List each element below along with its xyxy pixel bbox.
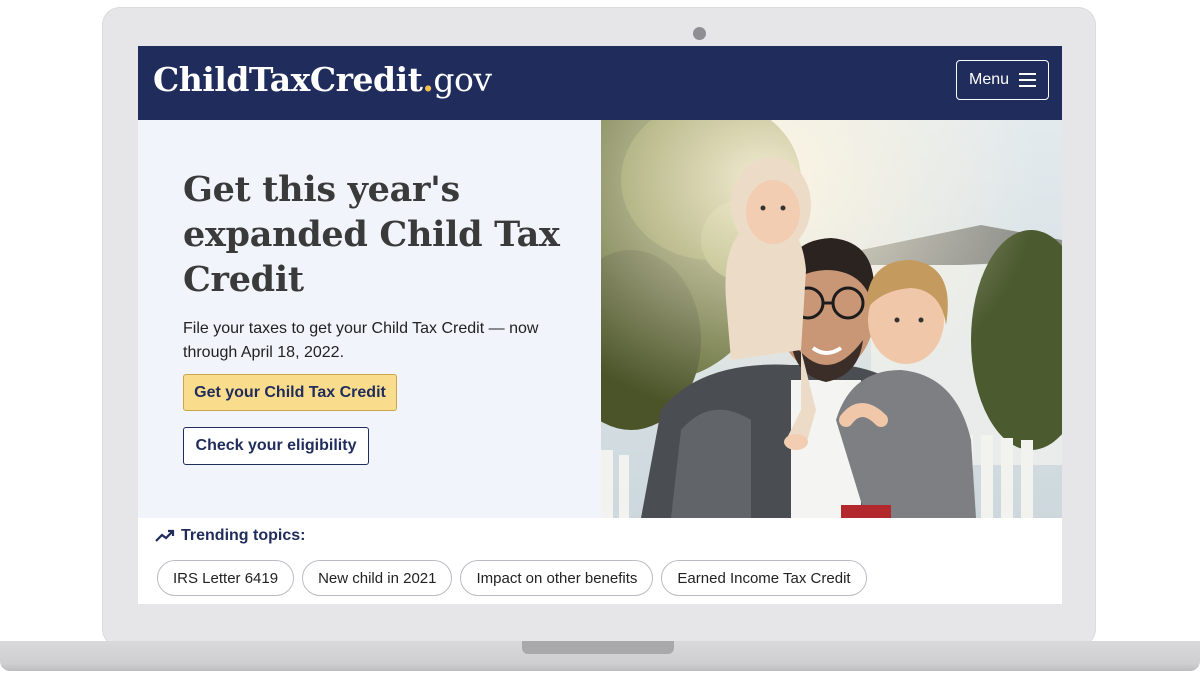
site-logo[interactable]: ChildTaxCredit.gov bbox=[153, 60, 492, 100]
logo-tld: gov bbox=[433, 60, 492, 99]
trending-heading: Trending topics: bbox=[155, 527, 305, 545]
camera-dot bbox=[693, 27, 706, 40]
menu-button[interactable]: Menu bbox=[956, 60, 1049, 100]
hero-subtitle: File your taxes to get your Child Tax Cr… bbox=[183, 320, 539, 361]
check-eligibility-button[interactable]: Check your eligibility bbox=[183, 427, 369, 465]
hero-title: Get this year's expanded Child Tax Credi… bbox=[183, 169, 560, 300]
topic-chip-irs-letter[interactable]: IRS Letter 6419 bbox=[157, 560, 295, 596]
topic-chip-eitc[interactable]: Earned Income Tax Credit bbox=[661, 560, 867, 596]
browser-screen: ChildTaxCredit.gov Menu Get this year's … bbox=[138, 46, 1062, 604]
trending-label: Trending topics: bbox=[181, 527, 306, 544]
trending-up-icon bbox=[155, 529, 175, 542]
topic-chip-new-child[interactable]: New child in 2021 bbox=[302, 560, 453, 596]
hero-section: Get this year's expanded Child Tax Credi… bbox=[138, 120, 601, 518]
hamburger-icon bbox=[1019, 73, 1037, 87]
menu-label: Menu bbox=[968, 71, 1010, 88]
get-credit-button[interactable]: Get your Child Tax Credit bbox=[183, 374, 397, 411]
family-photo-illustration bbox=[601, 120, 1062, 518]
topic-chips: IRS Letter 6419 New child in 2021 Impact… bbox=[157, 560, 867, 596]
family-photo bbox=[601, 120, 1062, 518]
topic-chip-other-benefits[interactable]: Impact on other benefits bbox=[460, 560, 654, 596]
logo-dot: . bbox=[422, 60, 434, 99]
laptop-base bbox=[0, 641, 1200, 671]
trending-section: Trending topics: IRS Letter 6419 New chi… bbox=[138, 518, 1062, 604]
laptop-notch bbox=[522, 641, 674, 654]
site-header: ChildTaxCredit.gov Menu bbox=[138, 46, 1062, 120]
logo-main: ChildTaxCredit bbox=[153, 60, 423, 99]
